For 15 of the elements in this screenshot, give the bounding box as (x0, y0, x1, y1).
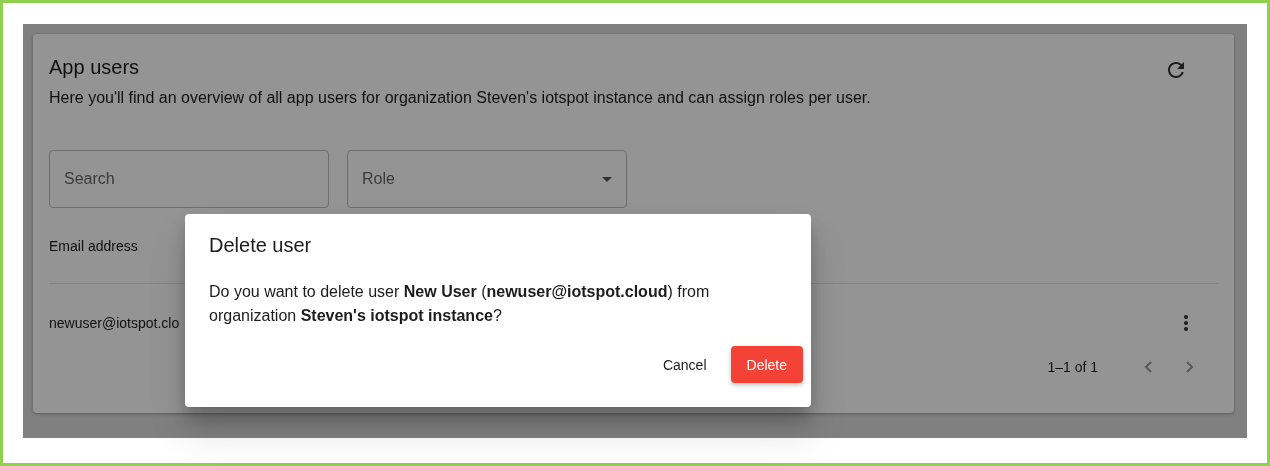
chevron-right-icon (1186, 361, 1194, 373)
more-icon (1184, 314, 1188, 331)
dropdown-caret-icon (602, 176, 612, 182)
page-title: App users (49, 56, 141, 79)
role-dropdown[interactable]: Role (347, 150, 627, 208)
column-header: Email address (49, 237, 138, 254)
cancel-button[interactable]: Cancel (646, 346, 723, 383)
table-cell: newuser@iotspot.clo (49, 314, 180, 331)
page-description: Here you'll find an overview of all app users for organization Steven's iotspot instance and can assign roles per user. (49, 89, 871, 107)
dialog-title: Delete user (209, 234, 313, 257)
chevron-left-icon (1144, 361, 1152, 373)
search-field[interactable]: Search (49, 150, 329, 208)
dialog-message: Do you want to delete user New User (newuser@iotspot.cloud) from organization Steven's iotspot instance? (209, 282, 711, 326)
pagination-range: 1–1 of 1 (1047, 359, 1098, 375)
delete-button[interactable]: Delete (730, 346, 803, 383)
